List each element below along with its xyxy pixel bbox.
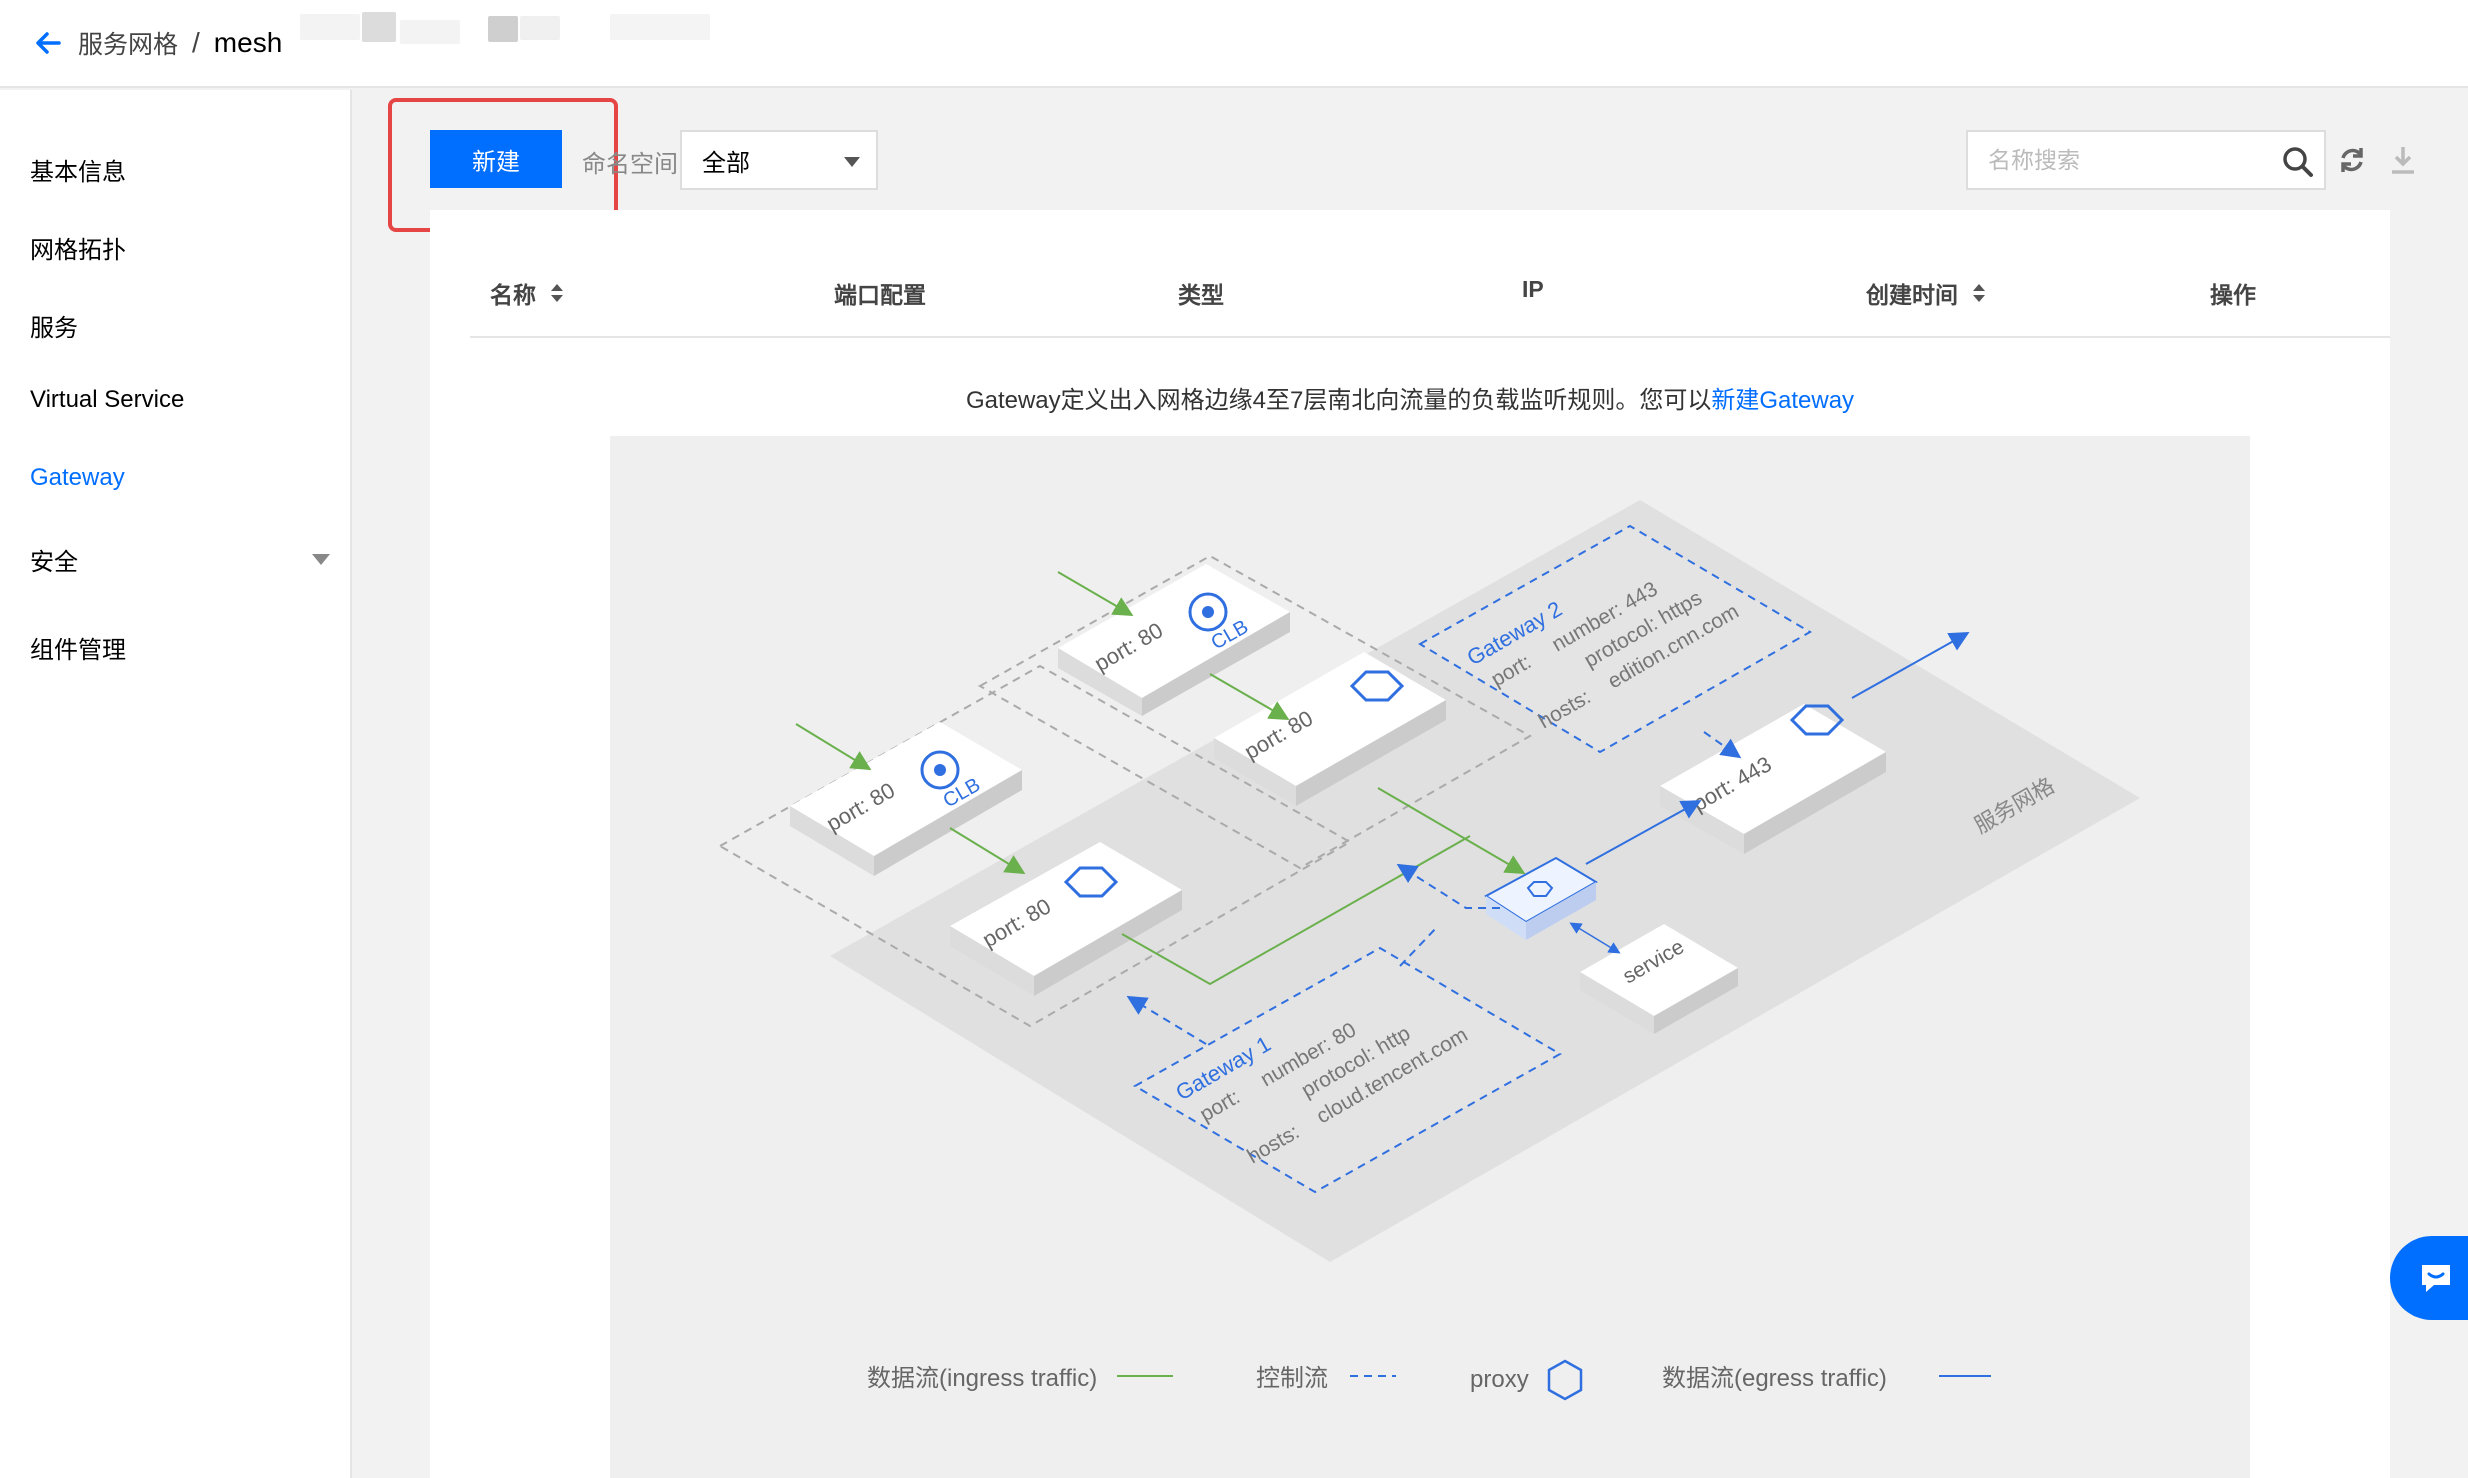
download-icon[interactable] (2388, 144, 2418, 176)
chat-support-button[interactable] (2390, 1236, 2468, 1320)
redacted-block (610, 14, 710, 40)
namespace-label: 命名空间 (582, 151, 678, 178)
sidebar-item-services[interactable]: 服务 (30, 308, 330, 343)
legend-control-label: 控制流 (1256, 1365, 1328, 1392)
search-box[interactable] (1966, 130, 2326, 190)
sidebar-item-security[interactable]: 安全 (30, 542, 330, 577)
gateway-diagram: 服务网格 Gateway 2 port: number: 443 protoco… (610, 436, 2250, 1478)
sidebar: 基本信息 网格拓扑 服务 Virtual Service Gateway 安全 … (0, 90, 352, 1478)
legend-proxy: proxy (1470, 1358, 1585, 1402)
search-icon[interactable] (2282, 146, 2314, 178)
legend-ingress-line (1117, 1374, 1174, 1377)
proxy-hexagon-icon (1547, 1359, 1582, 1401)
sidebar-item-label: 基本信息 (30, 159, 126, 186)
column-ip: IP (1522, 276, 1544, 302)
caret-down-icon (312, 554, 330, 565)
namespace-select[interactable]: 全部 (680, 130, 878, 190)
legend-egress: 数据流(egress traffic) (1662, 1358, 1993, 1393)
gateway-diagram-svg: 服务网格 Gateway 2 port: number: 443 protoco… (717, 500, 2140, 1262)
column-port-config: 端口配置 (834, 282, 926, 308)
redacted-block (520, 16, 560, 40)
namespace-select-value: 全部 (702, 149, 750, 177)
new-gateway-link[interactable]: 新建Gateway (1711, 387, 1854, 414)
sidebar-item-topology[interactable]: 网格拓扑 (30, 230, 330, 265)
breadcrumb-current: mesh (213, 27, 283, 58)
redacted-block (300, 14, 360, 40)
legend-egress-line (1938, 1374, 1991, 1377)
legend-control-line (1350, 1374, 1396, 1377)
legend-proxy-label: proxy (1470, 1366, 1529, 1393)
top-header: 服务网格 / mesh (0, 0, 2468, 88)
legend-egress-label: 数据流(egress traffic) (1662, 1365, 1887, 1392)
column-created-time[interactable]: 创建时间 (1866, 276, 1986, 310)
legend-control: 控制流 (1256, 1358, 1398, 1393)
sort-icon[interactable] (550, 282, 564, 304)
back-button[interactable] (28, 23, 68, 63)
search-input[interactable] (1988, 146, 2248, 174)
empty-state-text: Gateway定义出入网格边缘4至7层南北向流量的负载监听规则。您可以新建Gat… (430, 380, 2390, 415)
column-actions: 操作 (2210, 282, 2256, 308)
sidebar-item-basic-info[interactable]: 基本信息 (30, 152, 330, 187)
sidebar-item-label: 网格拓扑 (30, 237, 126, 264)
redacted-block (400, 20, 460, 44)
redacted-block (362, 12, 396, 42)
clb-block-1: port: 80 CLB (790, 722, 1022, 876)
chat-icon (2422, 1265, 2450, 1292)
sidebar-item-label: 组件管理 (30, 637, 126, 664)
sidebar-item-label: Gateway (30, 464, 125, 491)
breadcrumb-separator: / (192, 27, 200, 58)
column-name[interactable]: 名称 (490, 276, 564, 310)
column-type: 类型 (1178, 282, 1224, 308)
redacted-block (488, 16, 518, 42)
sidebar-item-components[interactable]: 组件管理 (30, 630, 330, 665)
breadcrumb-parent[interactable]: 服务网格 (78, 25, 178, 61)
arrow-left-icon (36, 32, 61, 54)
sort-icon[interactable] (1972, 282, 1986, 304)
legend-ingress-label: 数据流(ingress traffic) (867, 1365, 1098, 1392)
table-header: 名称 端口配置 类型 IP 创建时间 操作 (470, 250, 2390, 338)
sidebar-item-label: 安全 (30, 549, 78, 576)
new-gateway-button[interactable]: 新建 (430, 130, 562, 188)
content-panel: 名称 端口配置 类型 IP 创建时间 操作 Gateway定义出入网格边缘4至7… (430, 210, 2390, 1478)
sidebar-item-gateway[interactable]: Gateway (30, 464, 330, 492)
caret-down-icon (844, 157, 860, 167)
sidebar-item-virtual-service[interactable]: Virtual Service (30, 386, 330, 414)
legend-ingress: 数据流(ingress traffic) (867, 1358, 1175, 1393)
app-root: 服务网格 / mesh 基本信息 网格拓扑 服务 Virtual Service… (0, 0, 2468, 1478)
refresh-icon[interactable] (2336, 144, 2368, 176)
sidebar-item-label: Virtual Service (30, 386, 185, 413)
clb-block-2: port: 80 CLB (1058, 564, 1290, 716)
sidebar-item-label: 服务 (30, 315, 78, 342)
empty-state-description: Gateway定义出入网格边缘4至7层南北向流量的负载监听规则。您可以 (965, 387, 1712, 414)
